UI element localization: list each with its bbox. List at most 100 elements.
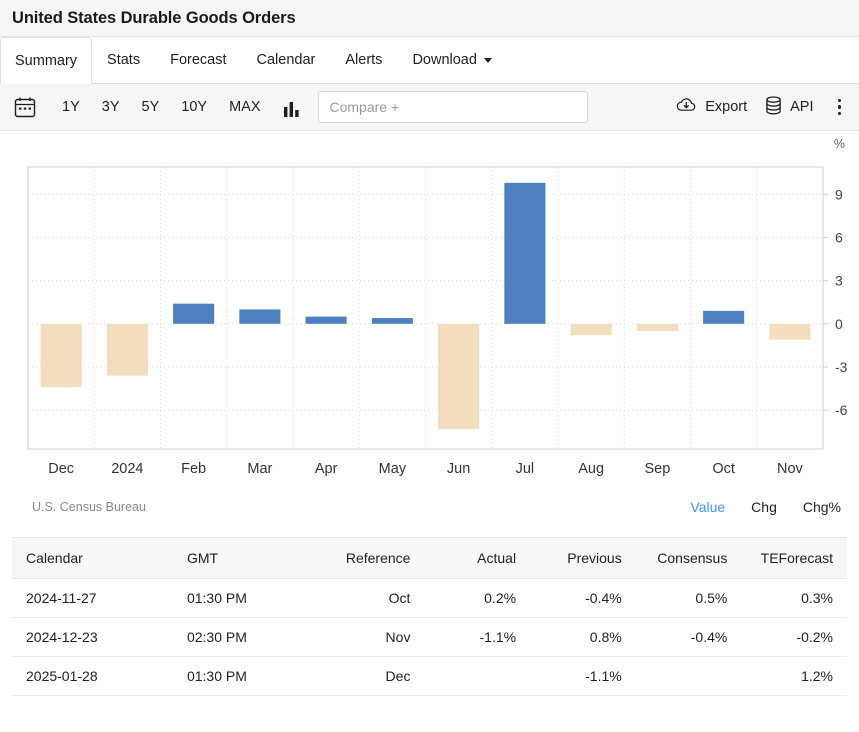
compare-input-wrapper[interactable] (318, 91, 588, 123)
database-icon (765, 96, 782, 119)
calendar-table: CalendarGMTReferenceActualPreviousConsen… (12, 537, 847, 696)
chart-bar[interactable] (306, 317, 347, 324)
table-cell-reference: Nov (304, 618, 425, 657)
x-axis-tick-label: May (379, 461, 407, 476)
table-cell-calendar: 2024-12-23 (12, 618, 173, 657)
value-mode-tabs: Value Chg Chg% (690, 499, 841, 515)
chart-bar[interactable] (769, 324, 810, 340)
table-cell-consensus: -0.4% (636, 618, 742, 657)
table-cell-consensus (636, 657, 742, 696)
y-axis-tick-label: -6 (835, 402, 848, 418)
table-header-gmt[interactable]: GMT (173, 538, 304, 579)
x-axis-tick-label: Feb (181, 461, 206, 476)
chart-bar[interactable] (637, 324, 678, 331)
y-axis-tick-label: -3 (835, 359, 848, 375)
tab-stats[interactable]: Stats (92, 37, 155, 83)
chart-bar[interactable] (107, 324, 148, 376)
table-cell-gmt: 01:30 PM (173, 579, 304, 618)
chart-bar[interactable] (571, 324, 612, 336)
x-axis-tick-label: Jun (447, 461, 470, 476)
chart-bar[interactable] (41, 324, 82, 387)
value-tab-chg[interactable]: Chg (751, 499, 777, 515)
tab-alerts[interactable]: Alerts (330, 37, 397, 83)
x-axis-tick-label: Aug (578, 461, 604, 476)
table-body: 2024-11-2701:30 PMOct0.2%-0.4%0.5%0.3%20… (12, 579, 847, 696)
table-cell-reference: Oct (304, 579, 425, 618)
calendar-icon[interactable] (14, 96, 36, 118)
chart-bar[interactable] (239, 309, 280, 323)
bar-chart-plot[interactable]: 9630-3-6Dec2024FebMarAprMayJunJulAugSepO… (0, 131, 859, 476)
table-row[interactable]: 2024-12-2302:30 PMNov-1.1%0.8%-0.4%-0.2% (12, 618, 847, 657)
table-cell-consensus: 0.5% (636, 579, 742, 618)
page-title: United States Durable Goods Orders (12, 9, 296, 28)
table-cell-teforecast: 1.2% (741, 657, 847, 696)
chart-footer: U.S. Census Bureau ValueChgChg% (0, 499, 859, 515)
x-axis-tick-label: Mar (247, 461, 272, 476)
plot-background (28, 167, 823, 449)
api-button[interactable]: API (765, 96, 813, 119)
kebab-menu-icon[interactable] (832, 97, 848, 118)
tab-forecast[interactable]: Forecast (155, 37, 241, 83)
value-tab-chgpct[interactable]: Chg% (803, 499, 841, 515)
section-divider (0, 523, 859, 537)
chart-toolbar: 1Y3Y5Y10YMAX Export (0, 84, 859, 131)
range-selector: 1Y3Y5Y10YMAX (54, 95, 268, 119)
export-button[interactable]: Export (676, 97, 747, 117)
range-button-max[interactable]: MAX (221, 95, 268, 119)
x-axis-tick-label: Sep (644, 461, 670, 476)
tab-label: Calendar (257, 52, 316, 68)
tab-label: Alerts (345, 52, 382, 68)
compare-input[interactable] (329, 99, 577, 115)
table-cell-calendar: 2024-11-27 (12, 579, 173, 618)
tab-calendar[interactable]: Calendar (242, 37, 331, 83)
window-title-bar: United States Durable Goods Orders (0, 0, 859, 37)
chart-bar[interactable] (173, 304, 214, 324)
table-header-teforecast[interactable]: TEForecast (741, 538, 847, 579)
x-axis-tick-label: 2024 (111, 461, 143, 476)
range-button-3y[interactable]: 3Y (94, 95, 128, 119)
table-cell-reference: Dec (304, 657, 425, 696)
x-axis-tick-label: Nov (777, 461, 804, 476)
range-button-5y[interactable]: 5Y (134, 95, 168, 119)
tab-summary[interactable]: Summary (0, 37, 92, 84)
table-header-reference[interactable]: Reference (304, 538, 425, 579)
bar-chart-icon[interactable] (282, 97, 302, 117)
table-cell-actual (424, 657, 530, 696)
chevron-down-icon (484, 58, 492, 63)
table-row[interactable]: 2025-01-2801:30 PMDec-1.1%1.2% (12, 657, 847, 696)
api-label: API (790, 99, 813, 115)
range-button-1y[interactable]: 1Y (54, 95, 88, 119)
chart-panel: % 9630-3-6Dec2024FebMarAprMayJunJulAugSe… (0, 131, 859, 523)
table-header-previous[interactable]: Previous (530, 538, 636, 579)
chart-bar[interactable] (504, 183, 545, 324)
x-axis-tick-label: Dec (48, 461, 74, 476)
table-header: CalendarGMTReferenceActualPreviousConsen… (12, 538, 847, 579)
y-axis-tick-label: 9 (835, 186, 843, 202)
table-cell-calendar: 2025-01-28 (12, 657, 173, 696)
table-header-consensus[interactable]: Consensus (636, 538, 742, 579)
tab-label: Forecast (170, 52, 226, 68)
chart-bar[interactable] (703, 311, 744, 324)
range-button-10y[interactable]: 10Y (173, 95, 215, 119)
tab-label: Stats (107, 52, 140, 68)
table-cell-gmt: 02:30 PM (173, 618, 304, 657)
main-tab-strip: Summary Stats Forecast Calendar Alerts Downlo… (0, 37, 859, 84)
table-header-row: CalendarGMTReferenceActualPreviousConsen… (12, 538, 847, 579)
table-cell-teforecast: 0.3% (741, 579, 847, 618)
y-axis-tick-label: 6 (835, 230, 843, 246)
table-row[interactable]: 2024-11-2701:30 PMOct0.2%-0.4%0.5%0.3% (12, 579, 847, 618)
cloud-download-icon (676, 97, 697, 117)
y-axis-tick-label: 3 (835, 273, 843, 289)
x-axis-tick-label: Apr (315, 461, 338, 476)
table-cell-teforecast: -0.2% (741, 618, 847, 657)
table-cell-previous: 0.8% (530, 618, 636, 657)
y-axis-unit-label: % (834, 137, 845, 151)
tab-download[interactable]: Download (397, 37, 507, 83)
chart-bar[interactable] (372, 318, 413, 324)
table-cell-previous: -1.1% (530, 657, 636, 696)
table-header-actual[interactable]: Actual (424, 538, 530, 579)
chart-bar[interactable] (438, 324, 479, 429)
value-tab-value[interactable]: Value (690, 499, 725, 515)
y-axis-tick-label: 0 (835, 316, 843, 332)
table-header-calendar[interactable]: Calendar (12, 538, 173, 579)
